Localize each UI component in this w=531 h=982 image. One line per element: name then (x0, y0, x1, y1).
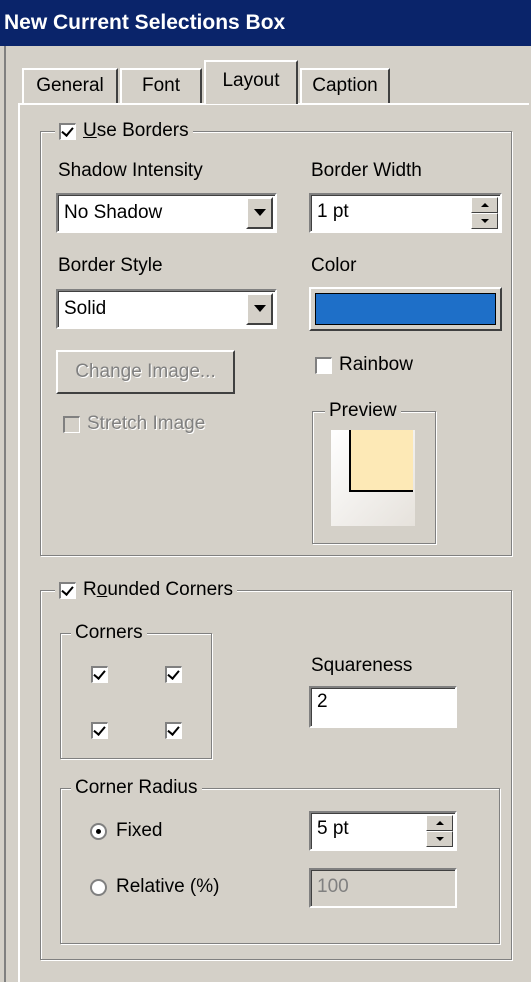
fixed-radio[interactable] (90, 822, 107, 840)
stretch-image-label: Stretch Image (87, 413, 206, 434)
squareness-label: Squareness (311, 655, 413, 676)
squareness-value: 2 (317, 691, 328, 712)
rounded-corners-legend: Rounded Corners (55, 577, 238, 603)
window-left-border (4, 46, 6, 982)
border-style-value: Solid (64, 298, 107, 319)
color-button[interactable] (309, 287, 502, 331)
chevron-down-icon[interactable] (246, 293, 273, 325)
relative-option[interactable]: Relative (%) (90, 876, 219, 898)
stretch-image-checkbox[interactable] (63, 415, 80, 433)
rainbow-label: Rainbow (339, 354, 413, 375)
border-width-spinner[interactable] (471, 197, 498, 229)
shadow-intensity-value: No Shadow (64, 202, 163, 223)
preview-box (349, 430, 413, 492)
corner-bottom-left-checkbox[interactable] (91, 722, 108, 739)
border-style-select[interactable]: Solid (56, 289, 277, 329)
spin-down-icon[interactable] (426, 831, 453, 847)
spin-up-icon[interactable] (471, 197, 498, 213)
window-title: New Current Selections Box (0, 0, 531, 46)
border-width-value: 1 pt (317, 201, 349, 222)
border-width-input[interactable]: 1 pt (309, 193, 502, 233)
corners-legend: Corners (71, 620, 147, 646)
change-image-button[interactable]: Change Image... (56, 350, 235, 394)
corners-group: Corners (60, 620, 212, 759)
color-swatch (315, 293, 496, 325)
fixed-label: Fixed (116, 820, 163, 841)
corner-bottom-right-checkbox[interactable] (165, 722, 182, 739)
rainbow-checkbox[interactable] (315, 356, 332, 374)
chevron-down-icon[interactable] (246, 197, 273, 229)
fixed-radius-spinner[interactable] (426, 815, 453, 847)
tab-layout[interactable]: Layout (204, 60, 298, 104)
spin-up-icon[interactable] (426, 815, 453, 831)
corner-top-left-checkbox[interactable] (91, 666, 108, 683)
relative-radius-value: 100 (317, 876, 349, 897)
spin-down-icon[interactable] (471, 213, 498, 229)
tab-font[interactable]: Font (120, 68, 202, 104)
fixed-option[interactable]: Fixed (90, 820, 162, 842)
relative-radius-input[interactable]: 100 (309, 868, 457, 908)
border-width-label: Border Width (311, 160, 422, 181)
shadow-intensity-select[interactable]: No Shadow (56, 193, 277, 233)
relative-radio[interactable] (90, 878, 107, 896)
tab-caption[interactable]: Caption (300, 68, 390, 104)
corner-top-right-checkbox[interactable] (165, 666, 182, 683)
stretch-image-option[interactable]: Stretch Image (63, 413, 205, 435)
use-borders-label: Use Borders (83, 120, 189, 141)
preview-legend: Preview (325, 398, 401, 424)
border-style-label: Border Style (58, 255, 163, 276)
tab-general[interactable]: General (22, 68, 118, 104)
rainbow-option[interactable]: Rainbow (315, 354, 413, 376)
fixed-radius-input[interactable]: 5 pt (309, 811, 457, 851)
relative-label: Relative (%) (116, 876, 220, 897)
use-borders-checkbox[interactable] (59, 122, 76, 140)
fixed-radius-value: 5 pt (317, 818, 349, 839)
color-label: Color (311, 255, 357, 276)
use-borders-legend: Use Borders (55, 118, 193, 144)
shadow-intensity-label: Shadow Intensity (58, 160, 203, 181)
rounded-corners-checkbox[interactable] (59, 581, 76, 599)
preview-group: Preview (312, 398, 436, 544)
squareness-input[interactable]: 2 (309, 686, 457, 728)
corner-radius-legend: Corner Radius (71, 775, 202, 801)
rounded-corners-label: Rounded Corners (83, 579, 234, 600)
